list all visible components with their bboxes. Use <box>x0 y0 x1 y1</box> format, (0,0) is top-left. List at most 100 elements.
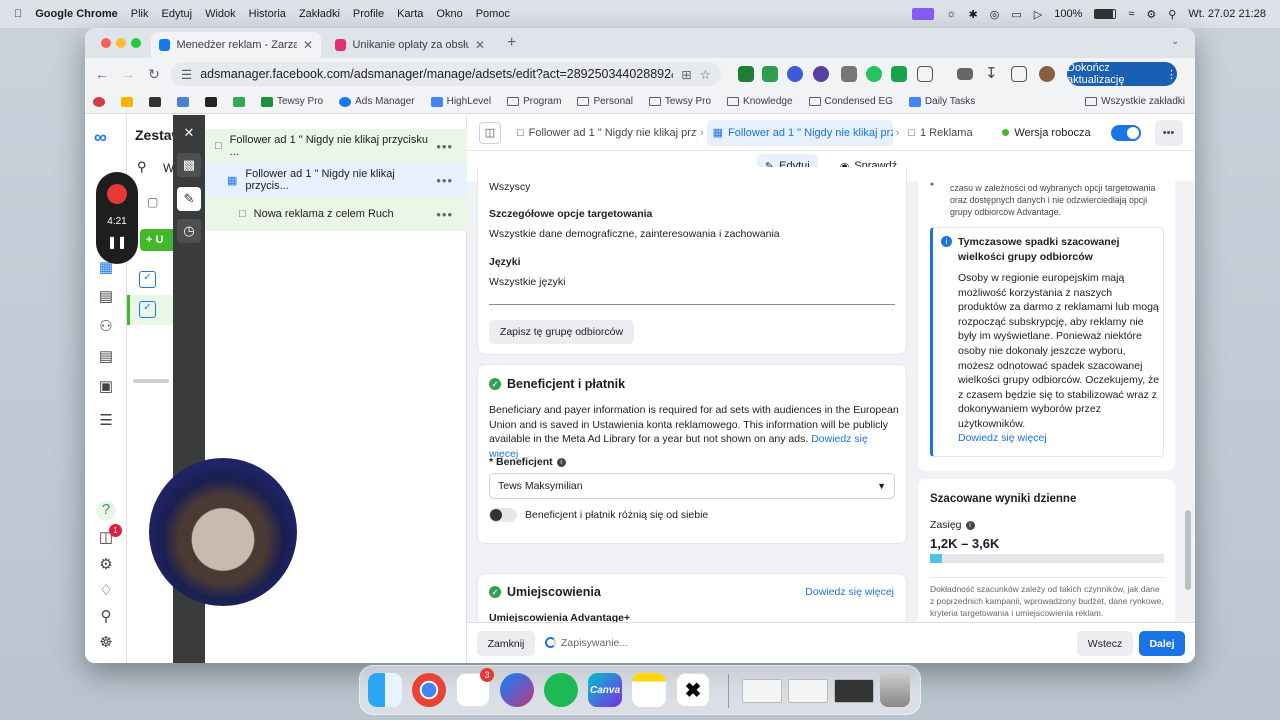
info-icon[interactable]: i <box>965 520 975 530</box>
menu-bookmarks[interactable]: Zakładki <box>299 8 340 20</box>
bookmark-icon[interactable] <box>149 96 161 107</box>
back-button[interactable]: Wstecz <box>1077 631 1133 656</box>
all-tools-menu-icon[interactable]: ☰ <box>96 411 116 429</box>
clock-datetime[interactable]: Wt. 27.02 21:28 <box>1188 8 1266 20</box>
minimize-window-button[interactable] <box>116 38 126 48</box>
next-button[interactable]: Dalej <box>1139 631 1185 656</box>
side-panel-icon[interactable] <box>1011 66 1027 82</box>
horizontal-scrollbar[interactable] <box>133 379 169 383</box>
bookmark-icon[interactable] <box>177 96 189 107</box>
breadcrumb-ad[interactable]: □ 1 Reklama <box>902 127 982 139</box>
finish-update-button[interactable]: Dokończ aktualizację ⋮ <box>1067 62 1177 86</box>
messenger-icon[interactable] <box>500 673 534 707</box>
row-checkbox[interactable]: ✓ <box>139 301 156 318</box>
pencil-icon[interactable]: ✎ <box>177 187 201 211</box>
billing-icon[interactable]: ▤ <box>96 347 116 365</box>
bookmark-daily-tasks[interactable]: Daily Tasks <box>908 96 975 107</box>
bookmark-icon[interactable] <box>205 96 217 107</box>
bookmark-program[interactable]: Program <box>507 96 561 107</box>
extension-icon[interactable] <box>866 66 882 82</box>
battery-icon[interactable] <box>1094 9 1117 19</box>
tab-instagram[interactable]: Unikanie opłaty za obsługę r ✕ <box>327 32 493 58</box>
bookmark-icon[interactable] <box>93 96 105 107</box>
pause-icon[interactable]: ❚❚ <box>96 235 138 249</box>
extension-icon[interactable] <box>762 66 778 82</box>
install-icon[interactable]: ⊞ <box>681 67 691 82</box>
bookmark-personal[interactable]: Personal <box>577 96 633 107</box>
different-payer-toggle[interactable] <box>489 508 517 522</box>
close-window-button[interactable] <box>101 38 111 48</box>
menu-file[interactable]: Plik <box>131 8 149 20</box>
menu-tab[interactable]: Karta <box>397 8 423 20</box>
close-tab-icon[interactable]: ✕ <box>475 38 485 52</box>
notes-icon[interactable] <box>632 673 666 707</box>
media-icon[interactable]: ▣ <box>96 377 116 395</box>
bookmark-highlevel[interactable]: HighLevel <box>430 96 491 107</box>
vertical-scrollbar[interactable] <box>1185 510 1191 590</box>
capcut-icon[interactable]: ✖ <box>676 673 710 707</box>
spotify-icon[interactable] <box>544 673 578 707</box>
profile-avatar[interactable] <box>1039 66 1055 82</box>
stop-recording-button[interactable] <box>107 184 127 204</box>
tree-item-campaign[interactable]: □ Follower ad 1 " Nigdy nie klikaj przyc… <box>205 129 467 163</box>
apple-icon[interactable]:  <box>14 8 22 20</box>
bookmark-tewsy-pro[interactable]: Tewsy Pro <box>261 96 323 107</box>
menu-help[interactable]: Pomoc <box>476 8 510 20</box>
extension-icon[interactable] <box>813 66 829 82</box>
chrome-icon[interactable] <box>412 673 446 707</box>
save-audience-button[interactable]: Zapisz tę grupę odbiorców <box>489 320 634 344</box>
new-tab-button[interactable]: + <box>507 34 516 52</box>
breadcrumb-campaign[interactable]: □ Follower ad 1 " Nigdy nie klikaj przyc <box>511 127 697 139</box>
bookmark-icon[interactable] <box>121 96 133 107</box>
app-name-menu[interactable]: Google Chrome <box>35 8 118 20</box>
download-icon[interactable]: ↧ <box>985 64 1001 82</box>
minimized-window-thumbnail[interactable] <box>742 679 782 703</box>
back-icon[interactable]: ← <box>89 66 115 82</box>
bookmark-icon[interactable] <box>233 96 245 107</box>
close-tab-icon[interactable]: ✕ <box>303 38 313 52</box>
more-options-icon[interactable]: ••• <box>436 207 453 222</box>
close-icon[interactable]: ✕ <box>177 121 201 145</box>
mirroring-icon[interactable]: ▭ <box>1011 8 1021 21</box>
trash-icon[interactable] <box>880 673 910 707</box>
finder-icon[interactable] <box>368 673 402 707</box>
brightness-icon[interactable]: ☼ <box>946 8 956 20</box>
control-center-icon[interactable]: ⚙ <box>1146 8 1156 21</box>
tab-search-icon[interactable]: ⌄ <box>1171 36 1179 47</box>
minimized-window-thumbnail[interactable] <box>788 679 828 703</box>
minimized-window-thumbnail[interactable] <box>834 679 874 703</box>
close-button[interactable]: Zamknij <box>477 631 535 656</box>
chart-icon[interactable]: ▩ <box>177 153 201 177</box>
play-icon[interactable]: ▷ <box>1034 8 1042 21</box>
airdrop-icon[interactable]: ◎ <box>990 8 1000 21</box>
bookmark-condensed-eg[interactable]: Condensed EG <box>808 96 893 107</box>
maximize-window-button[interactable] <box>131 38 141 48</box>
learn-more-link[interactable]: Dowiedz się więcej <box>958 432 1047 444</box>
screen-record-icon[interactable] <box>912 8 935 20</box>
address-bar[interactable]: ☰ adsmanager.facebook.com/adsmanager/man… <box>171 62 721 86</box>
extensions-puzzle-icon[interactable] <box>917 66 933 82</box>
settings-gear-icon[interactable]: ⚙ <box>96 555 116 573</box>
alerts-bell-icon[interactable]: ♢ <box>96 581 116 599</box>
bookmark-tewsy-pro-folder[interactable]: Tewsy Pro <box>648 96 711 107</box>
learn-more-link[interactable]: Dowiedz się więcej <box>805 586 894 598</box>
bookmark-star-icon[interactable]: ☆ <box>700 67 711 82</box>
breadcrumb-adset[interactable]: ▦ Follower ad 1 " Nigdy nie klikaj przyc <box>706 119 893 146</box>
tree-item-adset[interactable]: ▦ Follower ad 1 " Nigdy nie klikaj przyc… <box>205 163 467 197</box>
reading-list-icon[interactable] <box>957 68 973 80</box>
menu-view[interactable]: Widok <box>205 8 236 20</box>
tab-ads-manager[interactable]: Menedżer reklam - Zarządza ✕ <box>151 32 321 58</box>
folder-icon[interactable]: ▢ <box>147 195 158 209</box>
menu-profiles[interactable]: Profile <box>353 8 384 20</box>
wifi-icon[interactable]: ≈ <box>1128 8 1134 20</box>
row-checkbox[interactable]: ✓ <box>139 271 156 288</box>
beneficiary-select[interactable]: Tews Maksymilian ▼ <box>489 473 895 499</box>
tree-item-ad[interactable]: □ Nowa reklama z celem Ruch ••• <box>205 197 467 231</box>
all-bookmarks[interactable]: Wszystkie zakładki <box>1085 96 1185 107</box>
search-icon[interactable]: ⚲ <box>137 159 147 175</box>
bug-report-icon[interactable]: ☸ <box>96 633 116 651</box>
publish-toggle[interactable] <box>1110 124 1141 141</box>
bookmark-ads-manager[interactable]: Ads Manager <box>339 96 415 107</box>
audiences-icon[interactable]: ⚇ <box>96 317 116 335</box>
history-clock-icon[interactable]: ◷ <box>177 219 201 243</box>
